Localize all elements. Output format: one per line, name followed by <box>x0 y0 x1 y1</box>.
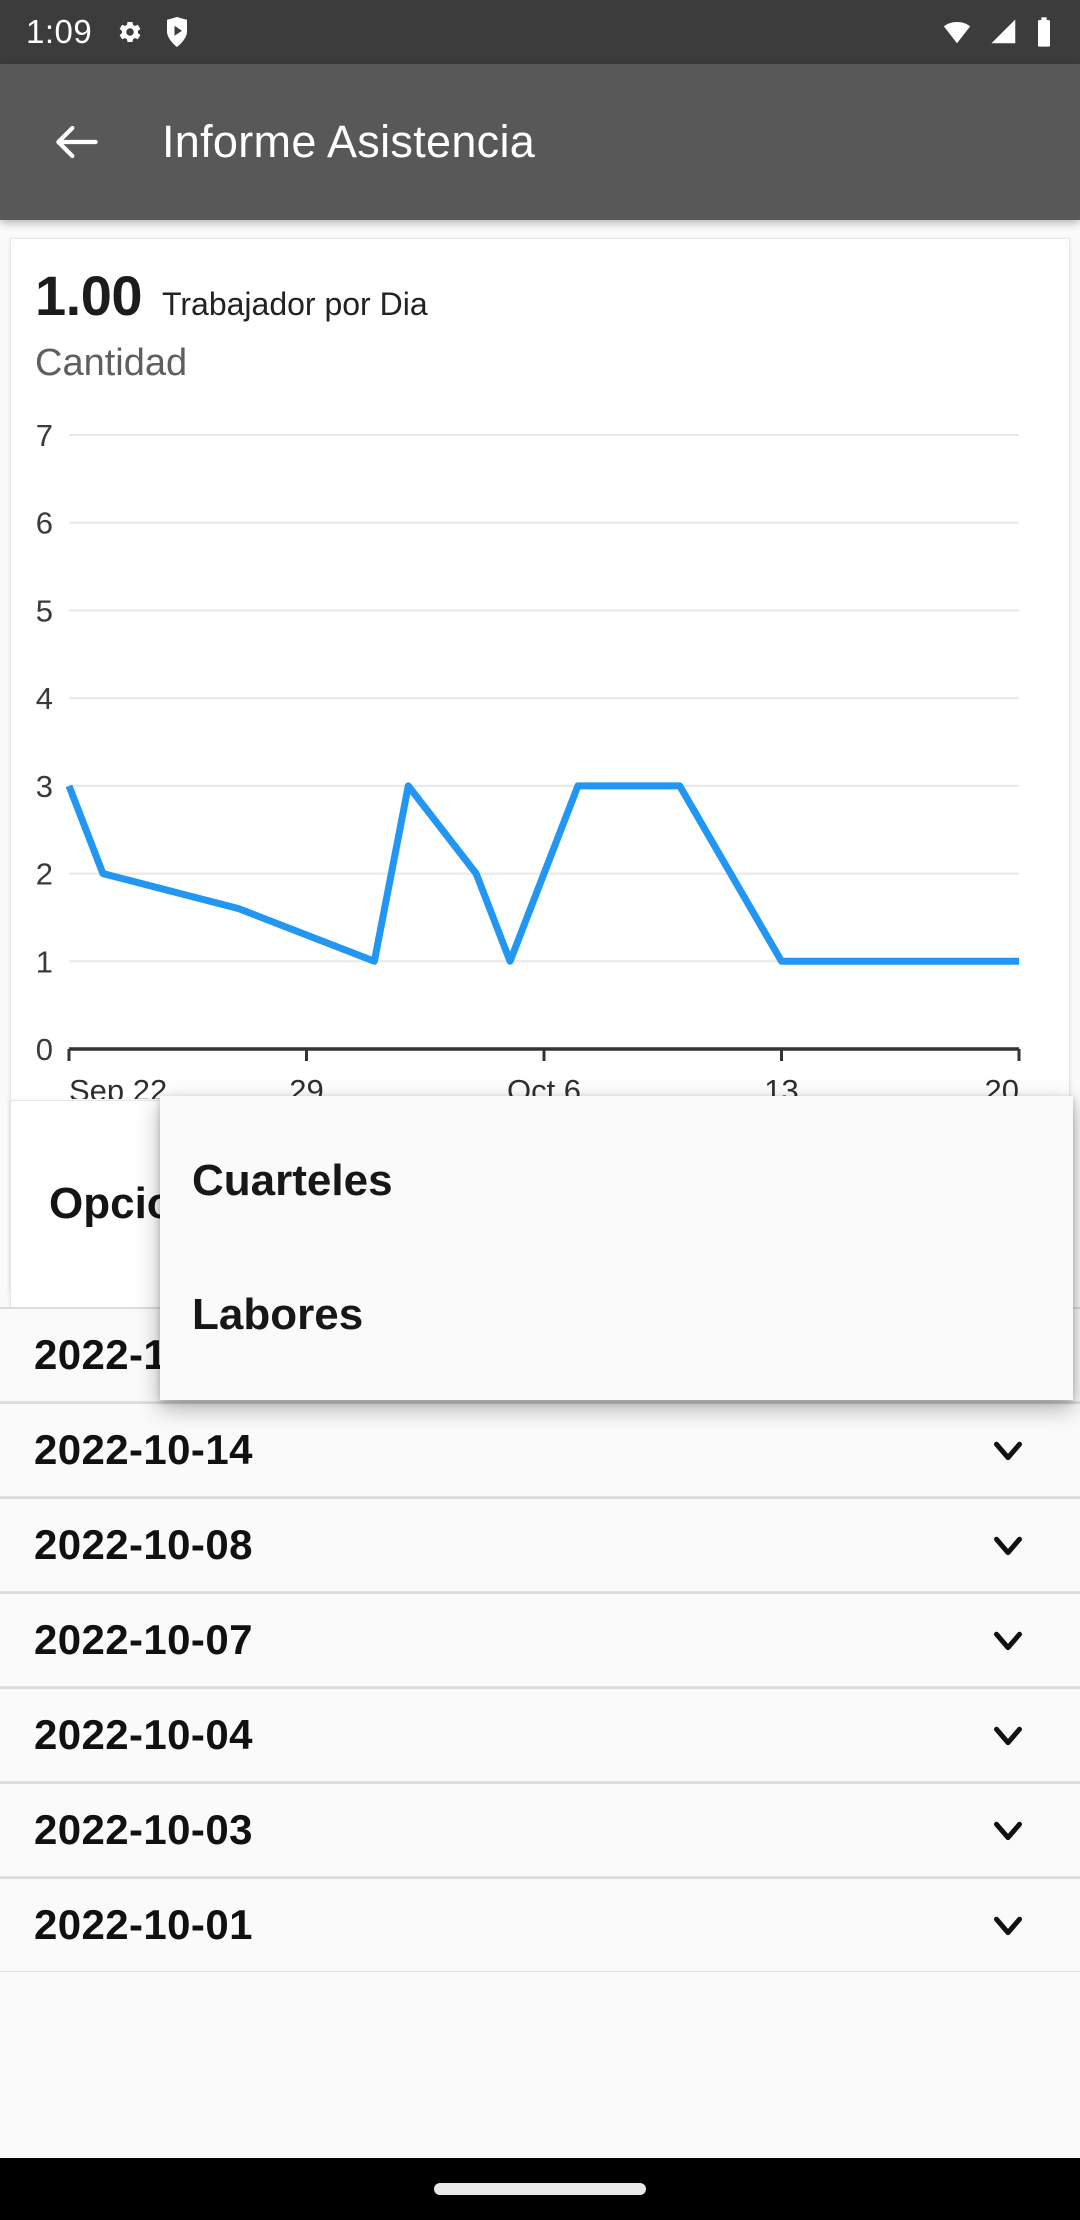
dropdown-item-labores[interactable]: Labores <box>160 1248 1073 1382</box>
back-arrow-icon <box>56 125 98 159</box>
list-item[interactable]: 2022-10-08 <box>0 1497 1080 1592</box>
chevron-down-icon <box>994 1631 1022 1651</box>
y-axis-tick-label: 1 <box>36 944 53 979</box>
y-axis-tick-label: 2 <box>36 857 53 892</box>
line-chart[interactable]: 0 1 2 3 4 5 6 7 Sep 22 29 Oct 6 13 20 <box>11 399 1071 1099</box>
metric-row: 1.00 Trabajador por Dia <box>11 239 1069 328</box>
list-item-date: 2022-10-01 <box>34 1901 253 1948</box>
list-item-date: 2022-10-07 <box>34 1616 253 1663</box>
expand-toggle[interactable] <box>982 1899 1034 1951</box>
wifi-icon <box>943 22 971 44</box>
battery-icon <box>1038 17 1050 47</box>
date-list: 2022-10-17 2022-10-14 2022-10-08 2022-10-07… <box>0 1307 1080 1972</box>
expand-toggle[interactable] <box>982 1424 1034 1476</box>
chevron-down-icon <box>994 1821 1022 1841</box>
status-bar: 1:09 <box>0 0 1080 64</box>
list-item[interactable]: 2022-10-03 <box>0 1782 1080 1877</box>
back-button[interactable] <box>22 87 132 197</box>
home-gesture-pill[interactable] <box>434 2183 646 2195</box>
chevron-down-icon <box>994 1441 1022 1461</box>
dropdown-menu[interactable]: Cuarteles Labores <box>160 1096 1073 1400</box>
play-shield-icon <box>167 17 188 47</box>
cell-signal-icon <box>991 19 1016 44</box>
expand-toggle[interactable] <box>982 1519 1034 1571</box>
chart-axis-title: Cantidad <box>35 342 188 384</box>
app-bar: Informe Asistencia <box>0 64 1080 220</box>
metric-label: Trabajador por Dia <box>162 286 428 322</box>
page-title: Informe Asistencia <box>162 116 536 167</box>
y-axis-tick-label: 5 <box>36 593 53 628</box>
y-axis-tick-label: 7 <box>36 418 53 453</box>
status-bar-notification-icons <box>114 17 190 47</box>
expand-toggle[interactable] <box>982 1804 1034 1856</box>
list-item-date: 2022-10-14 <box>34 1426 253 1473</box>
x-axis-tick-label: Sep 22 <box>69 1073 167 1099</box>
status-bar-clock: 1:09 <box>26 13 93 50</box>
y-axis-tick-label: 0 <box>36 1032 53 1067</box>
phone-screen: 1:09 Informe Asistencia 1.00 Trabajador … <box>0 0 1080 2220</box>
status-bar-system-icons <box>940 16 1054 48</box>
expand-toggle[interactable] <box>982 1709 1034 1761</box>
expand-toggle[interactable] <box>982 1614 1034 1666</box>
list-item[interactable]: 2022-10-04 <box>0 1687 1080 1782</box>
list-item[interactable]: 2022-10-07 <box>0 1592 1080 1687</box>
dropdown-item-cuarteles[interactable]: Cuarteles <box>160 1114 1073 1248</box>
list-item-date: 2022-10-03 <box>34 1806 253 1853</box>
gear-icon <box>119 22 141 42</box>
y-axis-tick-label: 4 <box>36 681 53 716</box>
chevron-down-icon <box>994 1536 1022 1556</box>
list-item-date: 2022-10-04 <box>34 1711 253 1758</box>
chevron-down-icon <box>994 1726 1022 1746</box>
line-chart-svg: 01234567Sep 22 29 Oct 6 13 20 <box>36 418 1021 1099</box>
y-axis-tick-label: 3 <box>36 769 53 804</box>
list-item-date: 2022-10-08 <box>34 1521 253 1568</box>
metric-value: 1.00 <box>35 264 143 327</box>
chevron-down-icon <box>994 1916 1022 1936</box>
list-item[interactable]: 2022-10-14 <box>0 1402 1080 1497</box>
navigation-bar <box>0 2158 1080 2220</box>
list-item[interactable]: 2022-10-01 <box>0 1877 1080 1972</box>
y-axis-tick-label: 6 <box>36 506 53 541</box>
